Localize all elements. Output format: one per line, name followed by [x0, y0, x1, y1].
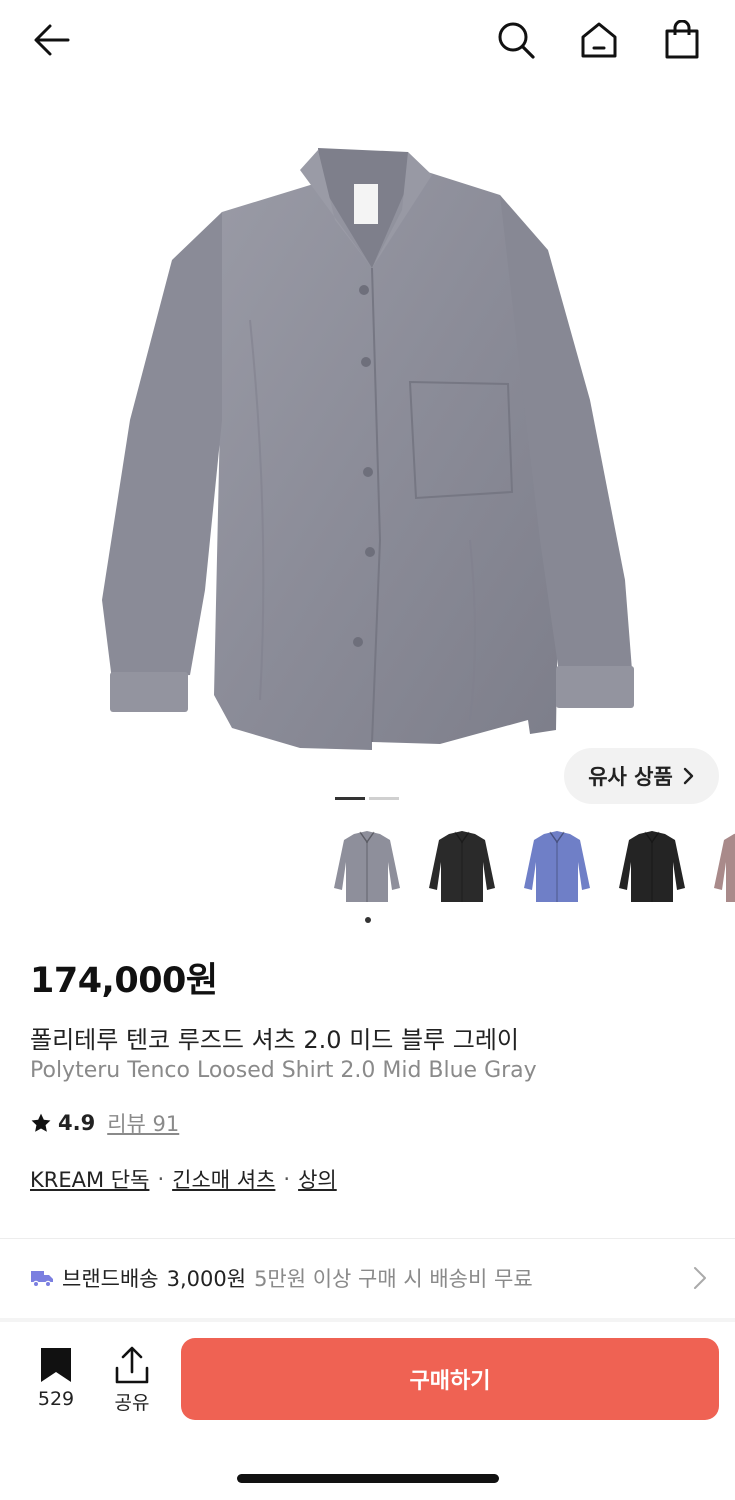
- bookmark-count: 529: [37, 1388, 75, 1410]
- color-variant-list: [330, 820, 735, 920]
- carousel-dot: [369, 797, 399, 800]
- tag-long-sleeve-shirt[interactable]: 긴소매 셔츠: [172, 1164, 275, 1194]
- home-icon: [581, 22, 617, 58]
- bookmark-icon: [41, 1348, 71, 1382]
- similar-products-label: 유사 상품: [588, 765, 673, 789]
- product-main-image: [102, 148, 634, 750]
- back-button[interactable]: [30, 18, 74, 62]
- shipping-type: 브랜드배송: [62, 1267, 159, 1291]
- search-icon: [498, 22, 535, 59]
- top-navigation-bar: [0, 0, 735, 80]
- carousel-indicator: [335, 797, 399, 800]
- shopping-bag-button[interactable]: [660, 18, 704, 62]
- color-variant-thumbnail[interactable]: [425, 828, 499, 906]
- review-link[interactable]: 리뷰 91: [107, 1108, 179, 1138]
- selected-variant-indicator: [365, 917, 371, 923]
- divider: [0, 1238, 735, 1239]
- shirt-thumbnail-image: [619, 831, 685, 902]
- share-label: 공유: [114, 1392, 150, 1414]
- carousel-dot-active: [335, 797, 365, 800]
- rating-score: 4.9: [58, 1111, 96, 1135]
- home-button[interactable]: [577, 18, 621, 62]
- shopping-bag-icon: [665, 20, 699, 59]
- tag-tops[interactable]: 상의: [298, 1164, 337, 1194]
- rating-row: 4.9 리뷰 91: [30, 1108, 179, 1138]
- category-tags: KREAM 단독 · 긴소매 셔츠 · 상의: [30, 1164, 337, 1194]
- home-indicator: [237, 1474, 499, 1483]
- tag-separator: ·: [283, 1167, 291, 1191]
- product-name-korean: 폴리테루 텐코 루즈드 셔츠 2.0 미드 블루 그레이: [30, 1026, 520, 1054]
- product-price: 174,000원: [30, 961, 218, 1001]
- color-variant-thumbnail[interactable]: [710, 828, 735, 906]
- search-button[interactable]: [494, 18, 538, 62]
- star-icon: [31, 1113, 51, 1132]
- color-variant-thumbnail[interactable]: [615, 828, 689, 906]
- share-button[interactable]: 공유: [104, 1346, 160, 1415]
- similar-products-button[interactable]: 유사 상품: [564, 748, 719, 804]
- product-image-carousel[interactable]: [0, 120, 735, 780]
- chevron-right-icon: [694, 1267, 706, 1289]
- share-icon: [115, 1346, 149, 1384]
- buy-button[interactable]: 구매하기: [181, 1338, 719, 1420]
- shipping-info-row[interactable]: 브랜드배송 3,000원 5만원 이상 구매 시 배송비 무료: [0, 1240, 735, 1316]
- shipping-note: 5만원 이상 구매 시 배송비 무료: [254, 1267, 533, 1291]
- shirt-thumbnail-image: [429, 831, 495, 902]
- product-name-english: Polyteru Tenco Loosed Shirt 2.0 Mid Blue…: [30, 1058, 537, 1083]
- shipping-fee: 3,000원: [166, 1267, 247, 1291]
- bookmark-button[interactable]: 529: [26, 1346, 86, 1410]
- shirt-thumbnail-image: [714, 833, 735, 902]
- bottom-action-bar: 529 공유 구매하기: [0, 1322, 735, 1432]
- color-variant-thumbnail[interactable]: [330, 828, 404, 906]
- truck-icon: [31, 1271, 53, 1288]
- arrow-left-icon: [34, 24, 70, 56]
- tag-separator: ·: [157, 1167, 165, 1191]
- tag-kream-exclusive[interactable]: KREAM 단독: [30, 1164, 149, 1194]
- shirt-thumbnail-image: [334, 831, 400, 902]
- color-variant-thumbnail[interactable]: [520, 828, 594, 906]
- shirt-thumbnail-image: [524, 831, 590, 902]
- chevron-right-icon: [683, 767, 693, 785]
